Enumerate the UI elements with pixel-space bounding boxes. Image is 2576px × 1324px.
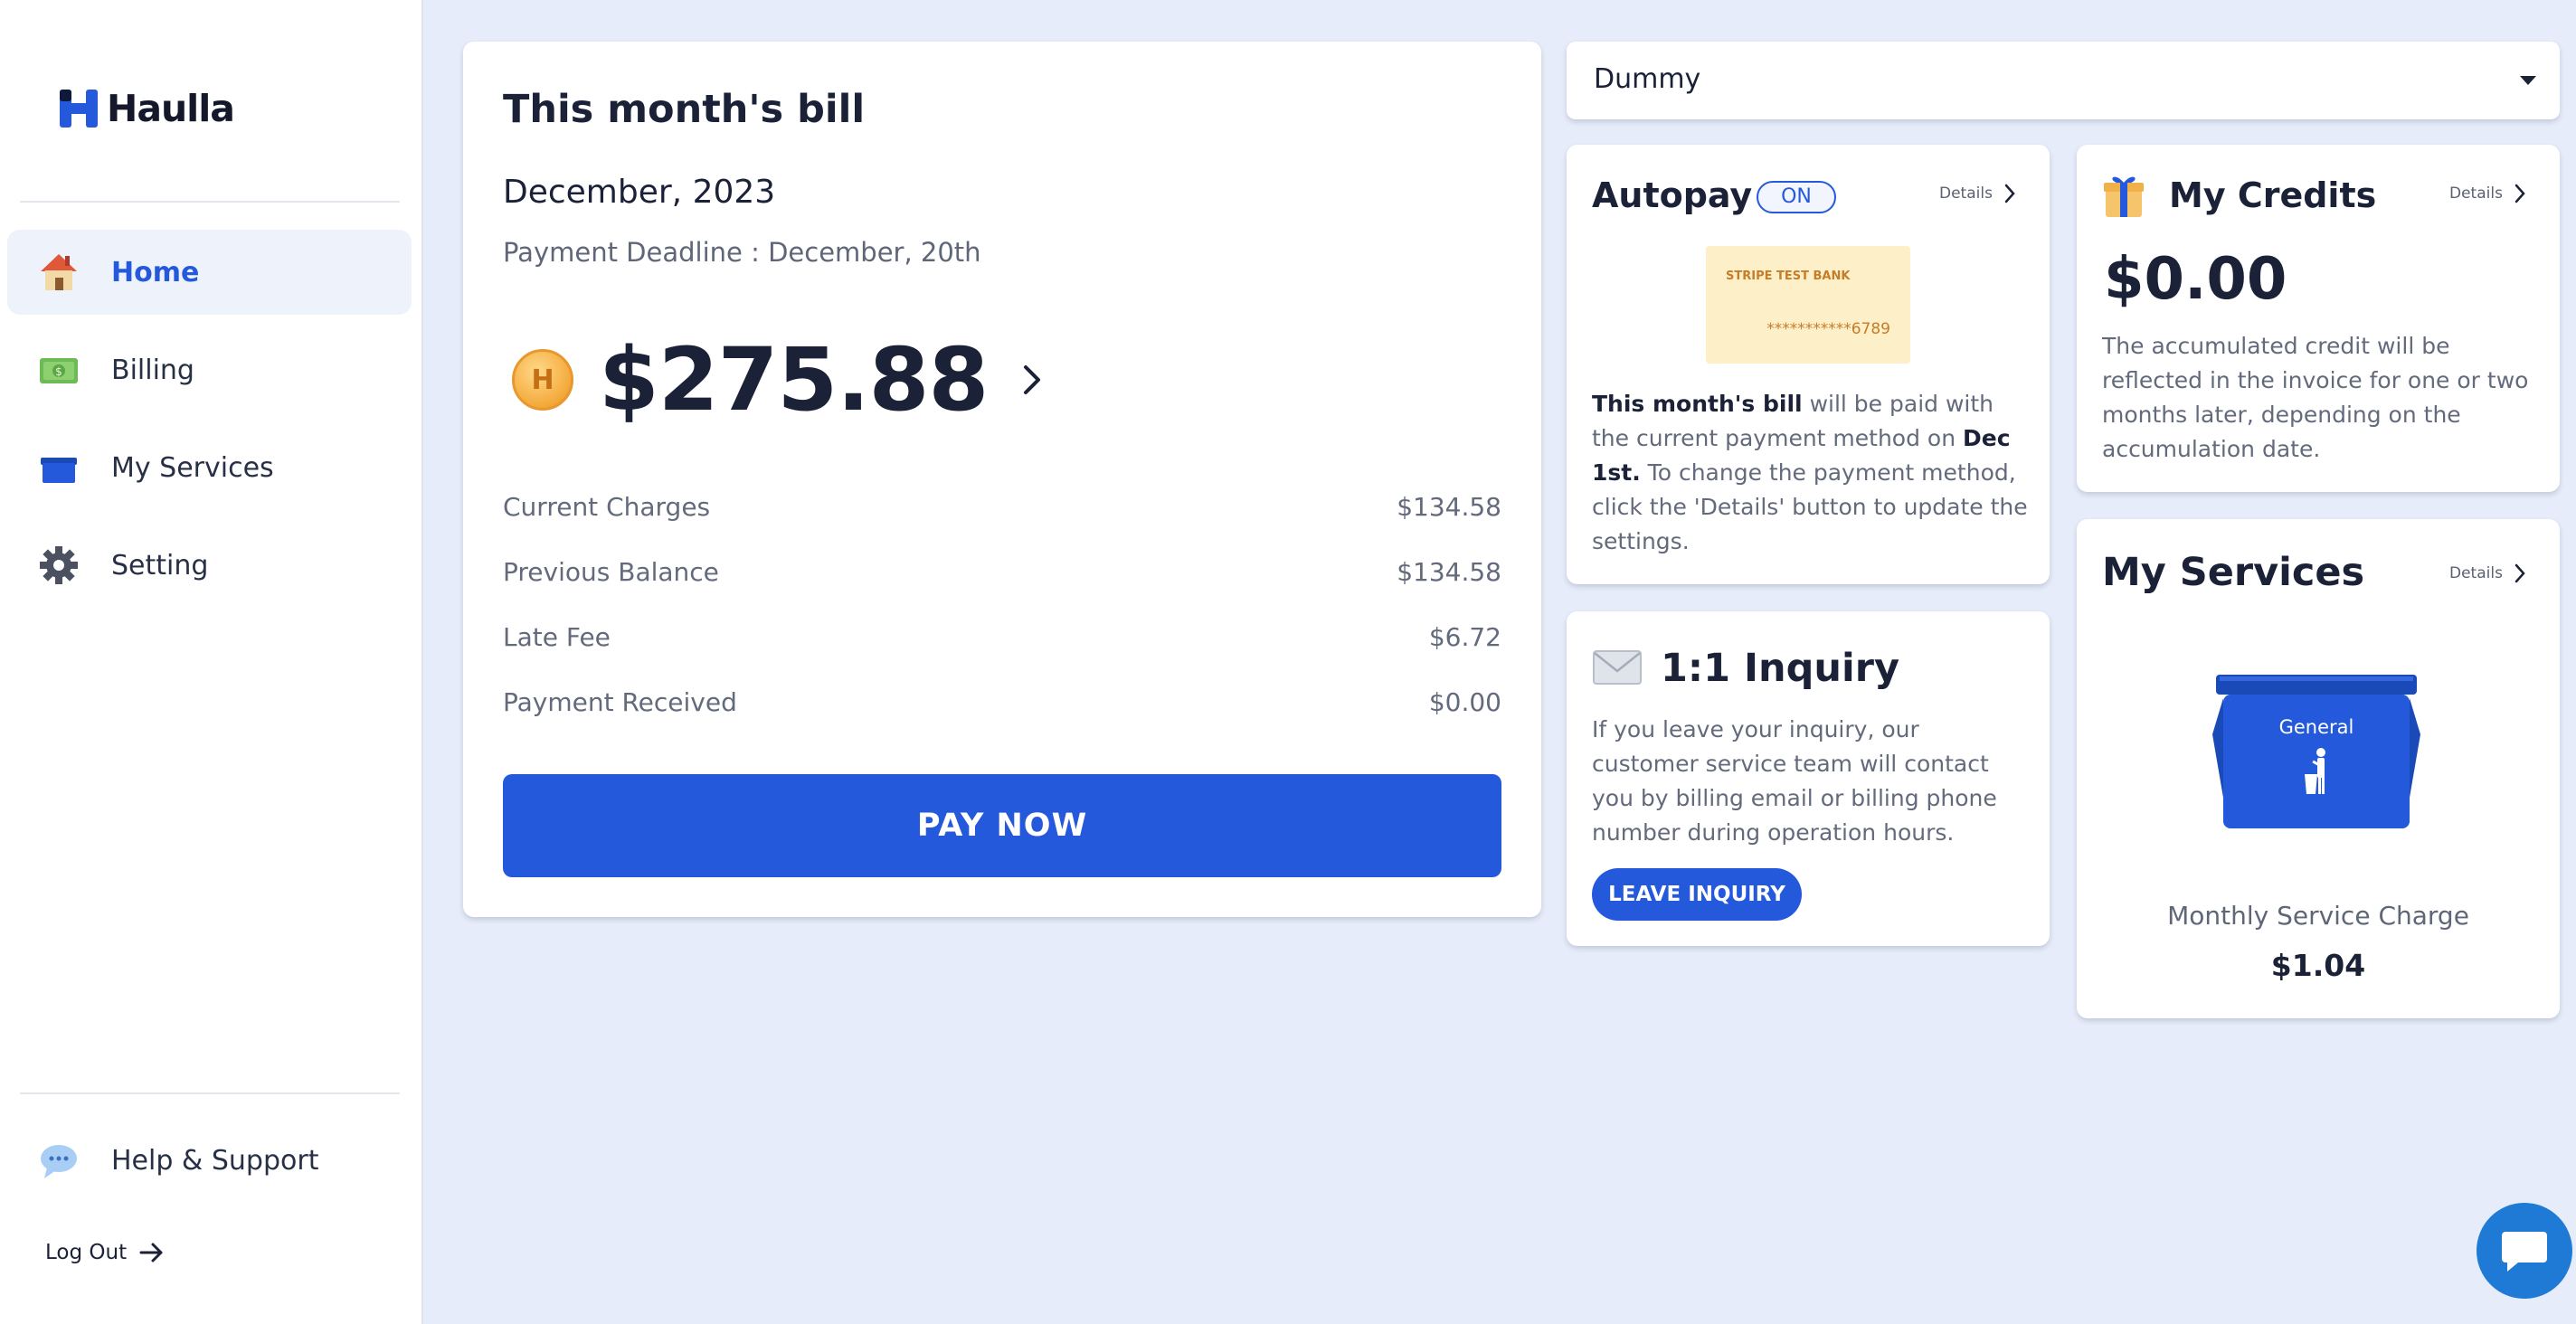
credits-details-link[interactable]: Details [2449, 183, 2526, 204]
autopay-details-link[interactable]: Details [1939, 183, 2016, 204]
svg-text:$: $ [55, 365, 62, 378]
charge-label: Late Fee [503, 622, 611, 652]
card-number: ***********6789 [1766, 320, 1890, 338]
details-label: Details [2449, 184, 2503, 203]
pay-now-button[interactable]: PAY NOW [503, 774, 1501, 877]
credits-amount: $0.00 [2104, 246, 2287, 313]
inquiry-card: 1:1 Inquiry If you leave your inquiry, o… [1567, 611, 2050, 946]
dumpster-image: General [2212, 671, 2420, 832]
details-label: Details [1939, 184, 1993, 203]
autopay-text: To change the payment method, click the … [1592, 459, 2028, 554]
nav-label-setting: Setting [111, 549, 209, 582]
bin-label: General [2278, 716, 2354, 738]
chevron-right-icon [2004, 184, 2015, 203]
chat-icon [2502, 1232, 2547, 1272]
bill-amount: $275.88 [599, 329, 989, 430]
nav-item-billing[interactable]: $ Billing [7, 327, 412, 412]
nav-label-billing: Billing [111, 354, 194, 386]
bank-name: STRIPE TEST BANK [1726, 270, 1851, 283]
services-title: My Services [2102, 550, 2365, 595]
charge-row-previous: Previous Balance $134.58 [503, 557, 1501, 587]
logo-text: Haulla [107, 87, 235, 130]
account-select[interactable]: Dummy [1567, 42, 2560, 119]
cash-icon: $ [40, 358, 78, 383]
charge-row-current: Current Charges $134.58 [503, 492, 1501, 522]
chat-bubble-icon [41, 1145, 77, 1178]
charge-value: $134.58 [1397, 492, 1501, 522]
chevron-right-icon [1024, 365, 1041, 394]
services-details-link[interactable]: Details [2449, 563, 2526, 584]
autopay-strong-bill: This month's bill [1592, 391, 1803, 417]
haulla-logo-icon [60, 90, 98, 128]
inquiry-title: 1:1 Inquiry [1661, 646, 1899, 691]
service-charge-value: $1.04 [2270, 948, 2366, 983]
charge-value: $6.72 [1428, 622, 1501, 652]
autopay-status-badge: ON [1757, 181, 1836, 213]
charge-value: $0.00 [1428, 687, 1501, 717]
sidebar: Haulla Home $ Billing My Services Settin… [0, 0, 423, 1324]
nav-item-my-services[interactable]: My Services [7, 425, 412, 510]
help-support-link[interactable]: Help & Support [7, 1118, 412, 1203]
bill-amount-link[interactable]: H $275.88 [512, 329, 1046, 430]
nav-item-home[interactable]: Home [7, 230, 412, 315]
chevron-right-icon [2514, 563, 2525, 583]
arrow-right-icon [139, 1243, 163, 1263]
account-select-value: Dummy [1594, 63, 1701, 95]
monthly-bill-card: This month's bill December, 2023 Payment… [463, 42, 1541, 917]
help-support-label: Help & Support [111, 1144, 319, 1177]
caret-down-icon [2520, 76, 2536, 85]
nav-item-setting[interactable]: Setting [7, 523, 412, 608]
inquiry-description: If you leave your inquiry, our customer … [1592, 716, 1997, 846]
autopay-description: This month's bill will be paid with the … [1592, 387, 2028, 559]
charge-label: Current Charges [503, 492, 711, 522]
autopay-title: Autopay [1592, 175, 1753, 215]
gift-icon [2104, 176, 2144, 217]
charge-value: $134.58 [1397, 557, 1501, 587]
details-label: Details [2449, 564, 2503, 582]
dumpster-icon [41, 458, 77, 483]
chat-widget-button[interactable] [2477, 1203, 2572, 1299]
my-credits-card: My Credits Details $0.00 The accumulated… [2077, 145, 2560, 492]
payment-deadline: Payment Deadline : December, 20th [503, 237, 981, 268]
logout-label: Log Out [45, 1241, 128, 1264]
service-charge-label: Monthly Service Charge [2167, 901, 2469, 931]
dumpster-icon [2212, 675, 2420, 828]
bill-title: This month's bill [503, 87, 866, 132]
house-icon [41, 254, 77, 290]
coin-icon: H [512, 349, 573, 411]
bank-card-image: STRIPE TEST BANK ***********6789 [1706, 246, 1910, 364]
autopay-card: Autopay ON Details STRIPE TEST BANK ****… [1567, 145, 2050, 584]
envelope-icon [1593, 650, 1642, 685]
divider [20, 1092, 400, 1094]
haulla-logo[interactable]: Haulla [58, 87, 235, 130]
divider [20, 201, 400, 203]
nav-label-my-services: My Services [111, 451, 274, 484]
credits-description: The accumulated credit will be reflected… [2102, 333, 2529, 462]
credits-title: My Credits [2169, 175, 2377, 215]
logout-button[interactable]: Log Out [45, 1241, 165, 1264]
charge-row-payment-received: Payment Received $0.00 [503, 687, 1501, 717]
charge-label: Payment Received [503, 687, 737, 717]
bill-month: December, 2023 [503, 174, 776, 211]
gear-icon [40, 546, 78, 584]
leave-inquiry-button[interactable]: LEAVE INQUIRY [1592, 868, 1802, 921]
chevron-right-icon [2514, 184, 2525, 203]
charge-label: Previous Balance [503, 557, 719, 587]
nav-label-home: Home [111, 256, 200, 288]
charge-row-late-fee: Late Fee $6.72 [503, 622, 1501, 652]
my-services-card: My Services Details General Monthly Serv… [2077, 519, 2560, 1018]
